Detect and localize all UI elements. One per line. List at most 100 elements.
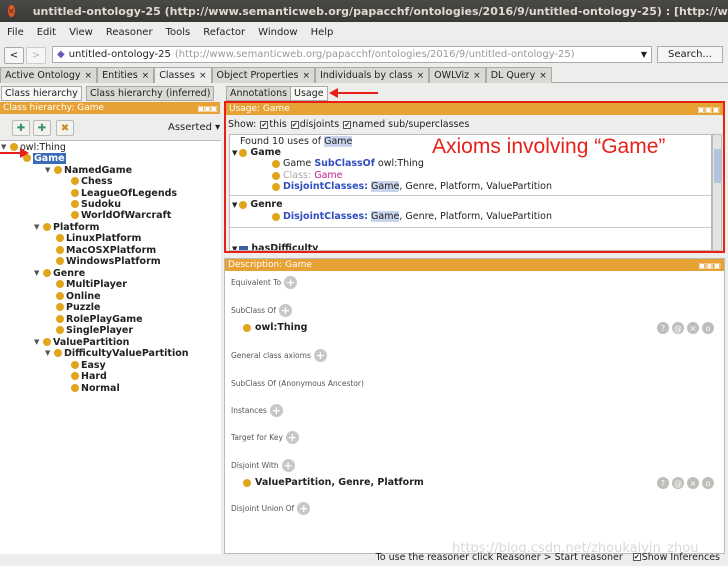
tree-node[interactable]: Hard [71, 370, 107, 382]
named-checkbox[interactable]: ✔ [343, 121, 352, 129]
menu-help[interactable]: Help [311, 27, 334, 38]
menu-reasoner[interactable]: Reasoner [106, 27, 153, 38]
list-item[interactable]: Class: Game [272, 170, 343, 181]
class-icon [56, 326, 64, 334]
list-item[interactable]: ▼ hasDifficulty [232, 243, 318, 251]
tab-entities[interactable]: Entities × [97, 67, 155, 83]
add-icon[interactable]: + [284, 276, 298, 289]
close-icon[interactable]: × [539, 71, 547, 81]
tab-label: Object Properties [216, 70, 299, 81]
delete-class-icon[interactable]: ✖ [56, 120, 74, 136]
list-item[interactable]: ▼ Game [232, 147, 281, 158]
section-label: Target for Key [231, 433, 283, 442]
add-sibling-icon[interactable]: ✚ [33, 120, 51, 136]
annotate-icon[interactable]: @ [672, 477, 684, 489]
add-subclass-icon[interactable]: ✚ [12, 120, 30, 136]
tab-usage[interactable]: Usage [290, 86, 328, 101]
add-icon[interactable]: + [285, 431, 299, 444]
collapse-icon[interactable]: ▼ [232, 149, 237, 157]
class-icon [71, 177, 79, 185]
add-icon[interactable]: + [269, 404, 283, 417]
explain-icon[interactable]: ? [657, 477, 669, 489]
close-window-icon[interactable]: ✕ [8, 5, 15, 17]
tree-node[interactable]: SinglePlayer [56, 324, 133, 336]
edit-icon[interactable]: o [702, 477, 714, 489]
tab-object-properties[interactable]: Object Properties × [211, 67, 316, 83]
menu-window[interactable]: Window [258, 27, 297, 38]
tree-node[interactable]: Puzzle [56, 301, 100, 313]
menu-view[interactable]: View [69, 27, 93, 38]
menu-file[interactable]: File [7, 27, 24, 38]
search-button[interactable]: Search... [657, 46, 723, 63]
chevron-down-icon[interactable]: ▼ [641, 50, 647, 59]
usage-scrollbar[interactable] [712, 134, 722, 251]
add-icon[interactable]: + [313, 349, 327, 362]
close-icon[interactable]: × [142, 71, 150, 81]
collapse-icon[interactable]: ▼ [232, 245, 237, 251]
collapse-icon[interactable]: ▼ [45, 349, 54, 357]
tab-dl-query[interactable]: DL Query × [485, 67, 552, 83]
explain-icon[interactable]: ? [657, 322, 669, 334]
delete-icon[interactable]: × [687, 477, 699, 489]
tab-class-hierarchy[interactable]: Class hierarchy [1, 86, 82, 101]
delete-icon[interactable]: × [687, 322, 699, 334]
forward-button[interactable]: > [26, 46, 46, 64]
description-header: Description: Game ▣▣▣ [225, 259, 724, 271]
target-for-key-section: Target for Key + [231, 431, 299, 444]
tree-label: RolePlayGame [66, 313, 143, 325]
close-icon[interactable]: × [417, 71, 425, 81]
close-icon[interactable]: × [473, 71, 481, 81]
collapse-icon[interactable]: ▼ [45, 166, 54, 174]
tree-label: MultiPlayer [66, 278, 127, 290]
disjoint-value[interactable]: ValuePartition, Genre, Platform [243, 477, 424, 488]
tab-class-hierarchy-inferred[interactable]: Class hierarchy (inferred) [86, 86, 215, 101]
close-icon[interactable]: × [303, 71, 311, 81]
this-checkbox[interactable]: ✔ [260, 121, 269, 129]
tree-node[interactable]: WindowsPlatform [56, 255, 161, 267]
class-icon [71, 189, 79, 197]
show-inferences-checkbox[interactable]: ✔ [632, 553, 641, 561]
tree-node[interactable]: ▼ DifficultyValuePartition [45, 347, 189, 359]
collapse-icon[interactable]: ▼ [232, 201, 237, 209]
asserted-dropdown[interactable]: Asserted ▾ [168, 122, 220, 133]
disjoints-checkbox[interactable]: ✔ [290, 121, 299, 129]
list-item[interactable]: DisjointClasses: Game, Genre, Platform, … [272, 181, 552, 192]
add-icon[interactable]: + [281, 459, 295, 472]
value-label: ValuePartition, Genre, Platform [255, 477, 424, 488]
annotate-icon[interactable]: @ [672, 322, 684, 334]
add-icon[interactable]: + [297, 502, 311, 515]
tab-classes[interactable]: Classes × [154, 67, 212, 83]
close-icon[interactable]: × [199, 71, 207, 81]
back-button[interactable]: < [4, 46, 24, 64]
ontology-selector[interactable]: ◆ untitled-ontology-25 (http://www.seman… [52, 46, 652, 63]
tab-annotations[interactable]: Annotations [226, 86, 292, 101]
list-item[interactable]: ▼ Genre [232, 199, 283, 210]
group-label: Game [250, 147, 281, 158]
edit-icon[interactable]: o [702, 322, 714, 334]
collapse-icon[interactable]: ▼ [34, 223, 43, 231]
menu-tools[interactable]: Tools [166, 27, 191, 38]
tab-owlviz[interactable]: OWLViz × [429, 67, 486, 83]
list-item[interactable]: DisjointClasses: Game, Genre, Platform, … [272, 211, 552, 222]
subclass-value[interactable]: owl:Thing [243, 322, 307, 333]
scroll-thumb[interactable] [714, 149, 721, 183]
tree-node[interactable]: WorldOfWarcraft [71, 209, 171, 221]
tree-node[interactable]: Normal [71, 382, 120, 394]
class-tree: ▼ owl:Thing Game ▼ NamedGame Chess LeagueO… [0, 140, 221, 554]
panel-controls-icon[interactable]: ▣▣▣ [698, 261, 721, 270]
collapse-icon[interactable]: ▼ [34, 338, 43, 346]
list-item[interactable]: Game SubClassOf owl:Thing [272, 158, 424, 169]
tree-node[interactable]: LinuxPlatform [56, 232, 141, 244]
menu-refactor[interactable]: Refactor [203, 27, 245, 38]
add-icon[interactable]: + [278, 304, 292, 317]
menu-edit[interactable]: Edit [37, 27, 56, 38]
tree-node[interactable]: Chess [71, 175, 113, 187]
collapse-icon[interactable]: ▼ [34, 269, 43, 277]
disjoint-with-section: Disjoint With + [231, 459, 295, 472]
panel-controls-icon[interactable]: ▣▣▣ [697, 105, 720, 114]
close-icon[interactable]: × [85, 71, 93, 81]
panel-controls-icon[interactable]: ▣▣▣ [197, 104, 218, 113]
tree-node[interactable]: MultiPlayer [56, 278, 127, 290]
tab-individuals[interactable]: Individuals by class × [315, 67, 430, 83]
tab-active-ontology[interactable]: Active Ontology × [0, 67, 98, 83]
